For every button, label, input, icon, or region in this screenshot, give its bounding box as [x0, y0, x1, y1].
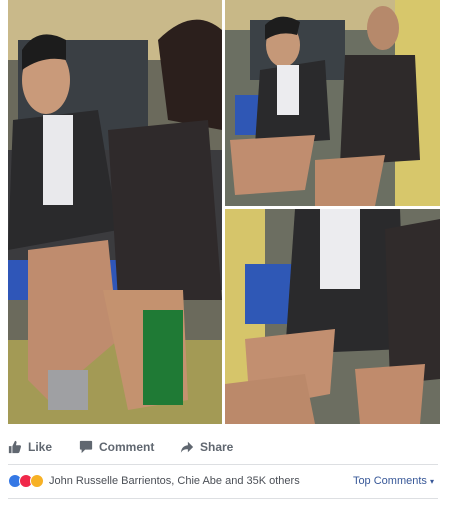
photo-top-right-image	[225, 0, 440, 206]
photo-bottom-right[interactable]	[225, 209, 440, 424]
like-button[interactable]: Like	[8, 430, 52, 464]
share-label: Share	[200, 440, 234, 454]
reactions-summary[interactable]: John Russelle Barrientos, Chie Abe and 3…	[8, 466, 438, 496]
comment-label: Comment	[99, 440, 155, 454]
comment-icon	[79, 440, 93, 454]
reaction-icons	[8, 474, 44, 488]
top-comments-label: Top Comments	[352, 475, 427, 487]
share-button[interactable]: Share	[180, 430, 233, 464]
caret-down-icon: ▾	[429, 477, 434, 486]
wow-reaction-icon	[30, 474, 44, 488]
share-arrow-icon	[180, 441, 194, 453]
post-actions-bar: Like Comment Share	[0, 430, 449, 464]
divider	[8, 464, 438, 465]
reaction-names-text[interactable]: John Russelle Barrientos, Chie Abe and 3…	[49, 475, 300, 487]
photo-grid	[8, 0, 440, 424]
photo-bottom-right-image	[225, 209, 440, 424]
like-label: Like	[28, 440, 53, 454]
comment-button[interactable]: Comment	[79, 430, 154, 464]
photo-main-image	[8, 0, 222, 424]
photo-top-right[interactable]	[225, 0, 440, 206]
top-comments-dropdown[interactable]: Top Comments ▾	[353, 475, 434, 487]
photo-main[interactable]	[8, 0, 222, 424]
divider	[8, 498, 438, 499]
thumbs-up-icon	[8, 440, 22, 454]
